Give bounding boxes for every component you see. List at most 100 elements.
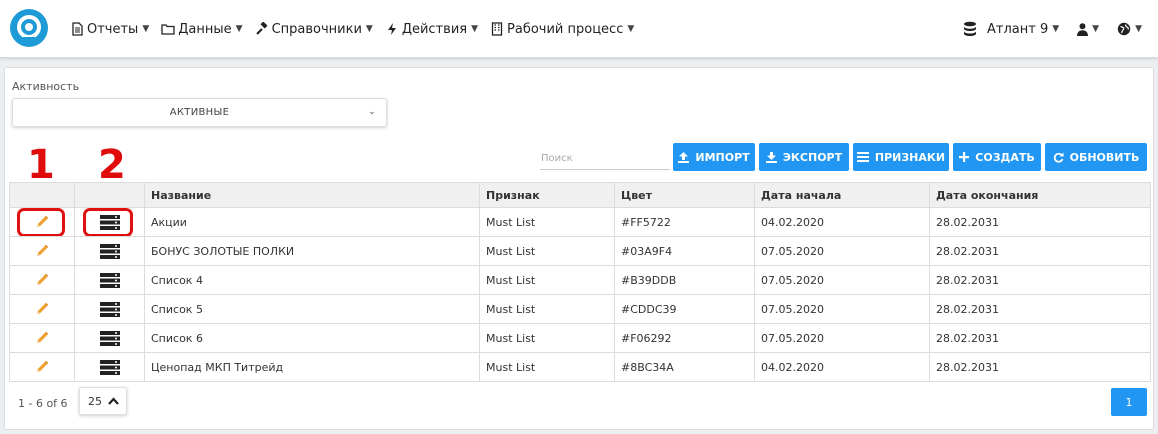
menu-actions[interactable]: Действия ▼ bbox=[385, 22, 478, 37]
upload-icon bbox=[678, 151, 690, 163]
refresh-button[interactable]: ОБНОВИТЬ bbox=[1045, 143, 1147, 171]
items-cell bbox=[74, 265, 145, 295]
cell-color: #B39DDB bbox=[614, 265, 755, 295]
cell-start-date: 04.02.2020 bbox=[754, 207, 930, 237]
building-icon bbox=[491, 22, 503, 36]
table-row[interactable]: Список 6 Must List #F06292 07.05.2020 28.02.… bbox=[9, 323, 1151, 353]
column-header-color[interactable]: Цвет bbox=[614, 182, 755, 208]
chevron-down-icon: ▼ bbox=[1052, 24, 1060, 34]
list-items-icon[interactable] bbox=[99, 359, 120, 375]
edit-cell bbox=[9, 207, 75, 237]
menu-data[interactable]: Данные ▼ bbox=[161, 22, 243, 37]
navbar-right: Атлант 9 ▼ ▼ ▼ bbox=[963, 0, 1142, 58]
menu-reports[interactable]: Отчеты ▼ bbox=[70, 22, 149, 37]
cell-feature: Must List bbox=[479, 265, 615, 295]
cell-name: Список 6 bbox=[144, 323, 480, 353]
annotation-marker-1: 1 bbox=[27, 142, 55, 188]
column-header-items bbox=[74, 182, 145, 208]
table-row[interactable]: Список 5 Must List #CDDC39 07.05.2020 28.02.… bbox=[9, 294, 1151, 324]
chevron-down-icon: ⌄ bbox=[368, 107, 376, 117]
cell-end-date: 28.02.2031 bbox=[929, 323, 1151, 353]
export-button[interactable]: ЭКСПОРТ bbox=[759, 143, 849, 171]
list-items-icon[interactable] bbox=[99, 301, 120, 317]
import-button[interactable]: ИМПОРТ bbox=[673, 143, 755, 171]
cell-name: Список 4 bbox=[144, 265, 480, 295]
cell-color: #8BC34A bbox=[614, 352, 755, 382]
table-row[interactable]: БОНУС ЗОЛОТЫЕ ПОЛКИ Must List #03A9F4 07.05… bbox=[9, 236, 1151, 266]
edit-cell bbox=[9, 236, 75, 266]
activity-filter-value: АКТИВНЫЕ bbox=[169, 107, 230, 118]
cell-feature: Must List bbox=[479, 207, 615, 237]
menu-directories[interactable]: Справочники ▼ bbox=[255, 22, 373, 37]
table-row[interactable]: Список 4 Must List #B39DDB 07.05.2020 28.02.… bbox=[9, 265, 1151, 295]
edit-icon[interactable] bbox=[35, 302, 49, 315]
activity-filter-label: Активность bbox=[12, 80, 80, 93]
cell-feature: Must List bbox=[479, 294, 615, 324]
plus-icon bbox=[959, 152, 970, 162]
cell-start-date: 07.05.2020 bbox=[754, 294, 930, 324]
chevron-down-icon: ▼ bbox=[235, 24, 243, 34]
column-header-edit bbox=[9, 182, 75, 208]
user-menu[interactable]: ▼ bbox=[1077, 22, 1099, 36]
page-size-select[interactable]: 25 bbox=[79, 387, 127, 415]
refresh-label: ОБНОВИТЬ bbox=[1069, 150, 1140, 164]
cell-color: #03A9F4 bbox=[614, 236, 755, 266]
features-label: ПРИЗНАКИ bbox=[874, 150, 946, 164]
table-row[interactable]: Ценопад МКП Титрейд Must List #8BC34A 04.02… bbox=[9, 352, 1151, 382]
table-header-row: Название Признак Цвет Дата начала Дата о… bbox=[9, 182, 1151, 208]
database-label: Атлант 9 bbox=[987, 21, 1049, 37]
cell-end-date: 28.02.2031 bbox=[929, 207, 1151, 237]
export-label: ЭКСПОРТ bbox=[782, 150, 843, 164]
items-cell bbox=[74, 323, 145, 353]
list-items-icon[interactable] bbox=[99, 272, 120, 288]
folder-icon bbox=[161, 24, 175, 35]
cell-feature: Must List bbox=[479, 236, 615, 266]
features-button[interactable]: ПРИЗНАКИ bbox=[853, 143, 949, 171]
highlight-box-1 bbox=[17, 208, 65, 236]
database-icon bbox=[964, 21, 977, 36]
refresh-icon bbox=[1053, 152, 1064, 163]
cell-color: #CDDC39 bbox=[614, 294, 755, 324]
edit-icon[interactable] bbox=[35, 273, 49, 286]
list-items-icon[interactable] bbox=[99, 243, 120, 259]
chevron-up-icon bbox=[108, 397, 119, 405]
edit-cell bbox=[9, 265, 75, 295]
edit-icon[interactable] bbox=[35, 360, 49, 373]
cell-color: #F06292 bbox=[614, 323, 755, 353]
cell-name: Список 5 bbox=[144, 294, 480, 324]
edit-cell bbox=[9, 323, 75, 353]
chevron-down-icon: ▼ bbox=[1135, 24, 1142, 34]
search-input[interactable] bbox=[540, 148, 670, 170]
main-panel: Активность АКТИВНЫЕ ⌄ ИМПОРТ ЭКСПОРТ ПРИ… bbox=[4, 67, 1154, 430]
menu-workflow[interactable]: Рабочий процесс ▼ bbox=[490, 22, 634, 37]
language-menu[interactable]: ▼ bbox=[1117, 22, 1142, 36]
chevron-down-icon: ▼ bbox=[365, 24, 373, 34]
column-header-name[interactable]: Название bbox=[144, 182, 480, 208]
cell-start-date: 07.05.2020 bbox=[754, 323, 930, 353]
activity-filter-select[interactable]: АКТИВНЫЕ ⌄ bbox=[12, 98, 387, 127]
cell-name: Ценопад МКП Титрейд bbox=[144, 352, 480, 382]
bolt-icon bbox=[387, 23, 396, 35]
edit-icon[interactable] bbox=[35, 331, 49, 344]
list-items-icon[interactable] bbox=[99, 330, 120, 346]
table-row[interactable]: Акции Must List #FF5722 04.02.2020 28.02.203… bbox=[9, 207, 1151, 237]
pagination-range: 1 - 6 of 6 bbox=[18, 397, 68, 410]
items-cell bbox=[74, 207, 145, 237]
cell-end-date: 28.02.2031 bbox=[929, 352, 1151, 382]
cell-end-date: 28.02.2031 bbox=[929, 265, 1151, 295]
database-selector[interactable]: Атлант 9 ▼ bbox=[963, 21, 1059, 37]
column-header-end-date[interactable]: Дата окончания bbox=[929, 182, 1151, 208]
column-header-start-date[interactable]: Дата начала bbox=[754, 182, 930, 208]
edit-icon[interactable] bbox=[35, 244, 49, 257]
cell-start-date: 07.05.2020 bbox=[754, 265, 930, 295]
globe-icon bbox=[1117, 22, 1131, 36]
page-button-current[interactable]: 1 bbox=[1111, 388, 1147, 416]
annotation-marker-2: 2 bbox=[98, 142, 126, 188]
create-button[interactable]: СОЗДАТЬ bbox=[953, 143, 1041, 171]
cell-end-date: 28.02.2031 bbox=[929, 294, 1151, 324]
menu-actions-label: Действия bbox=[401, 21, 468, 37]
column-header-feature[interactable]: Признак bbox=[479, 182, 615, 208]
cell-start-date: 07.05.2020 bbox=[754, 236, 930, 266]
list-icon bbox=[856, 152, 869, 162]
logo-icon[interactable] bbox=[9, 8, 49, 48]
